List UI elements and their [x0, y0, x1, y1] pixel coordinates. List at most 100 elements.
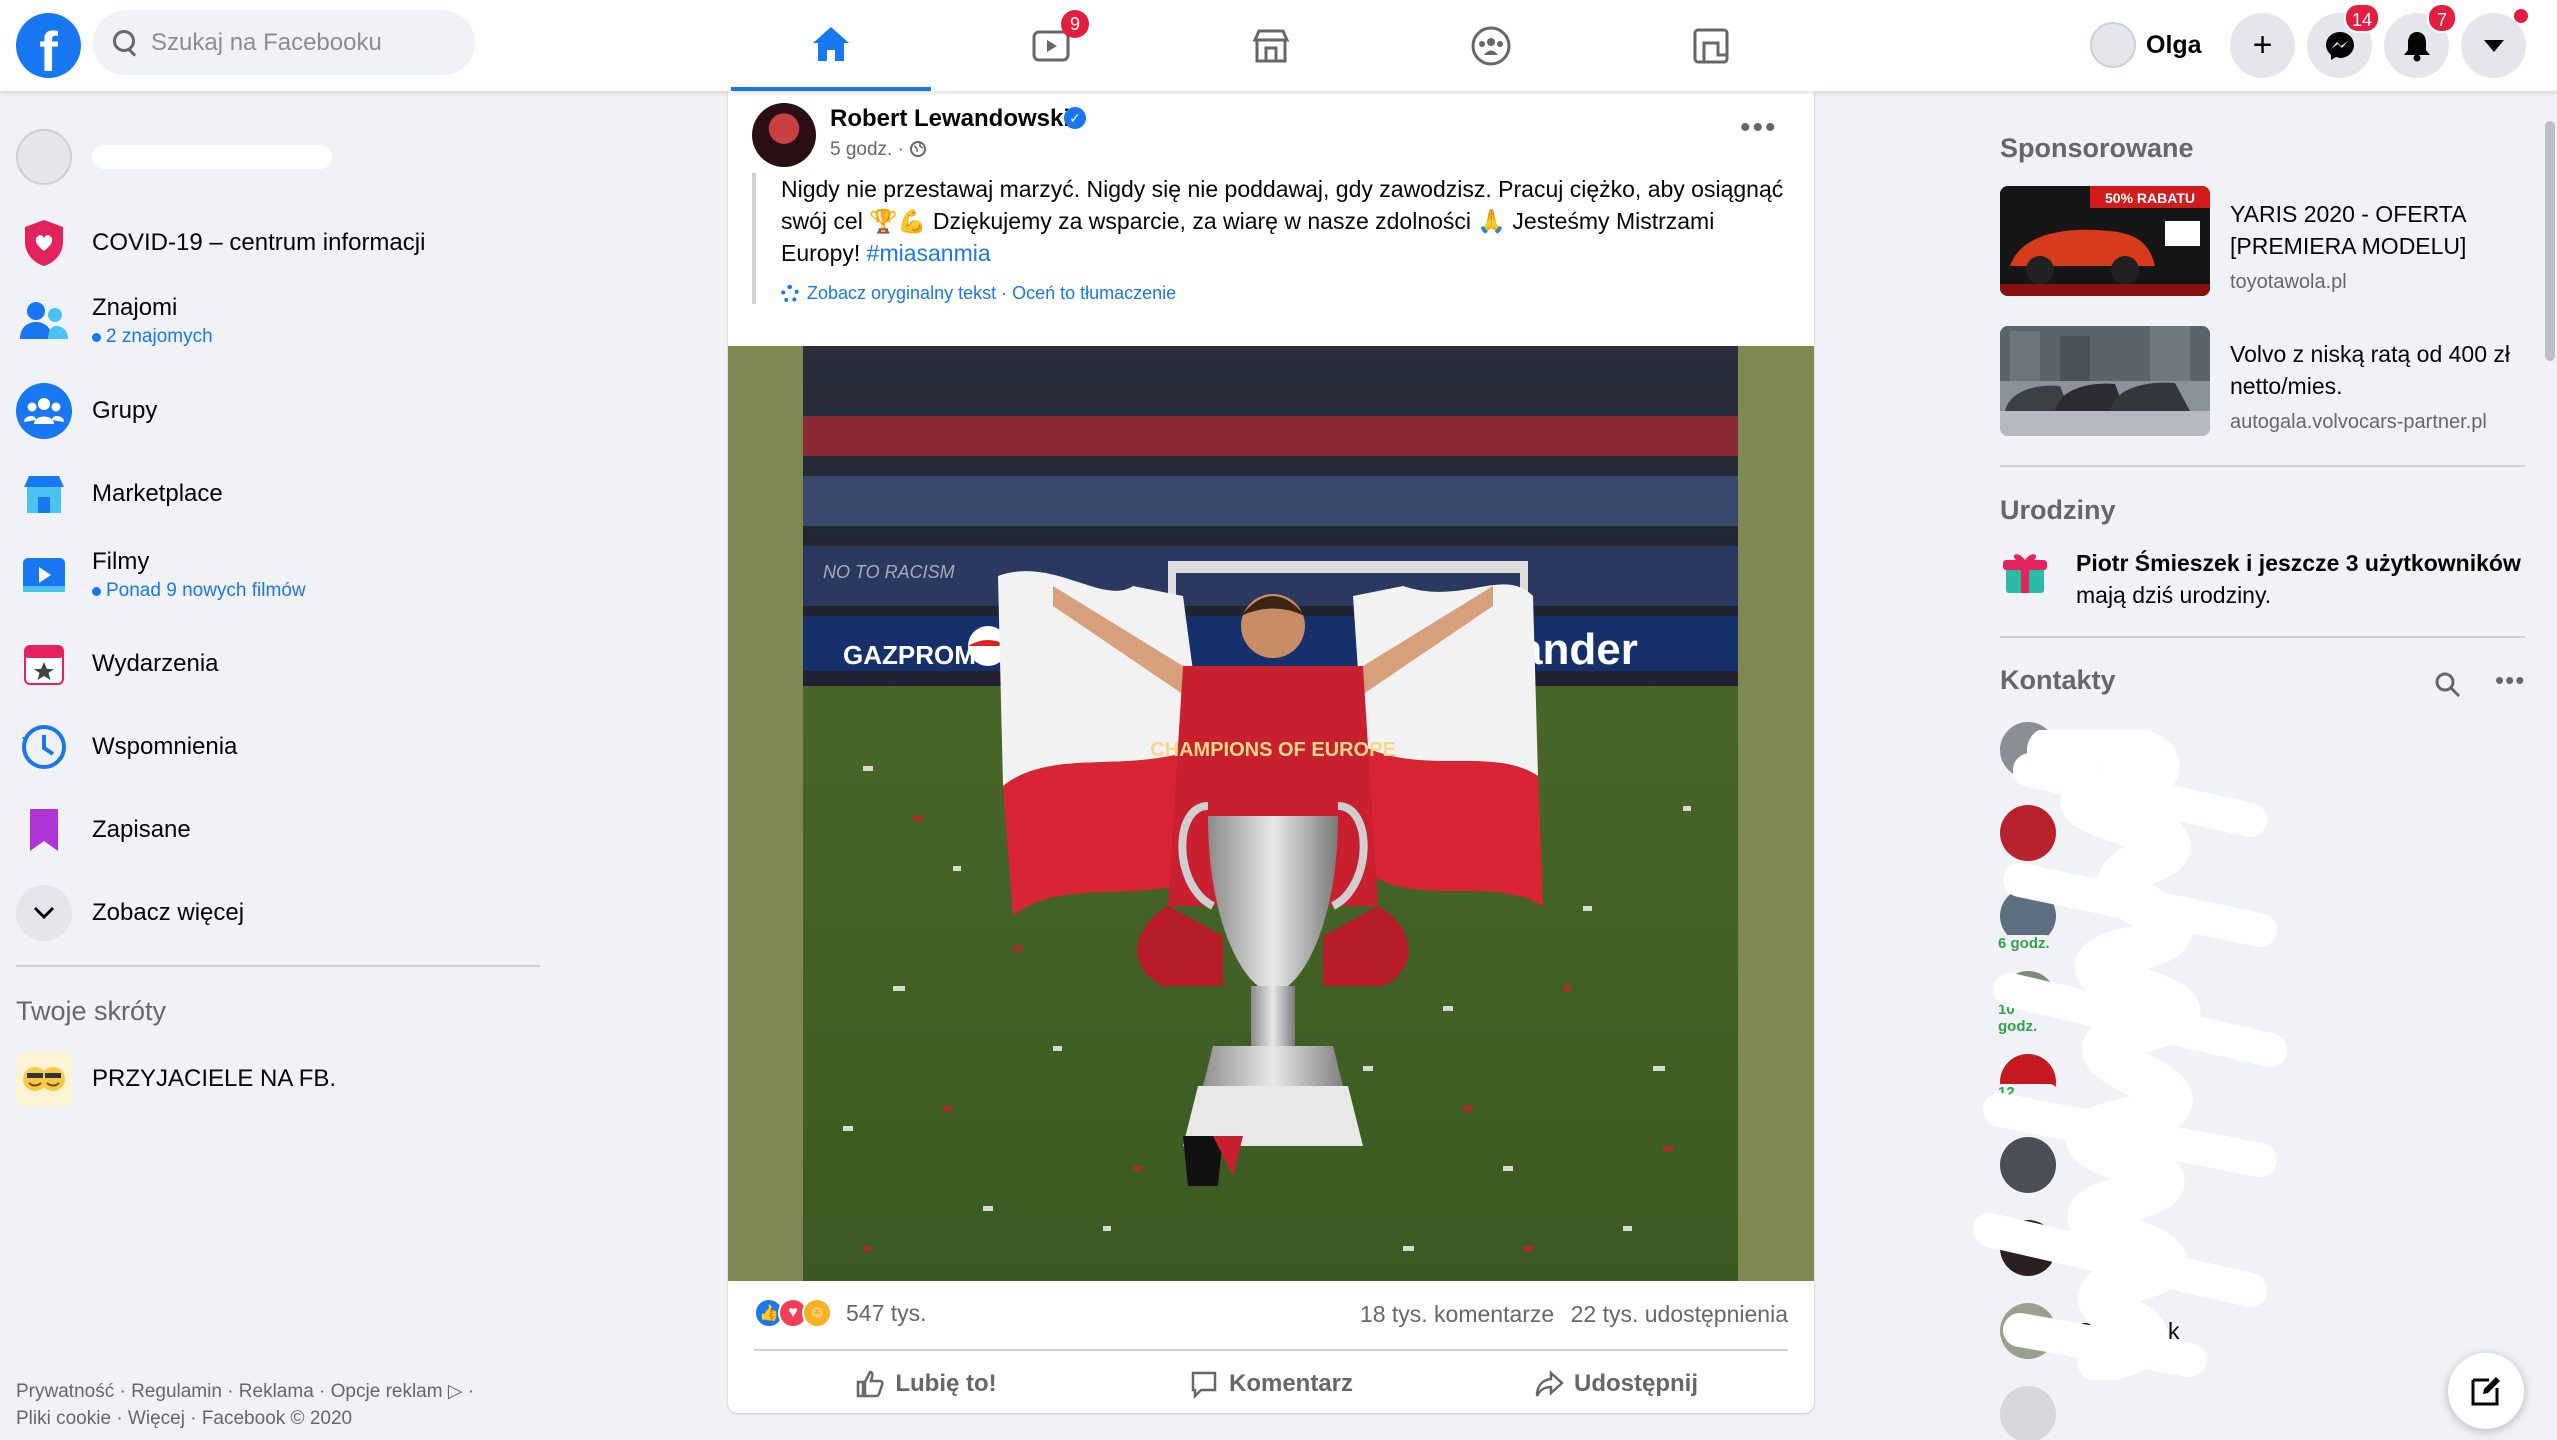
post-body: Nigdy nie przestawaj marzyć. Nigdy się n…: [781, 176, 1784, 266]
feed-post: Robert Lewandowski ✓ 5 godz. · ••• Nigdy…: [728, 91, 1814, 1413]
search-icon: [111, 28, 141, 58]
profile-chip[interactable]: Olga: [2090, 18, 2202, 72]
post-options-icon[interactable]: •••: [1740, 111, 1778, 145]
sidebar-item-label: Grupy: [92, 397, 158, 424]
translation-links[interactable]: Zobacz oryginalny tekst · Oceń to tłumac…: [781, 283, 1792, 304]
comments-count[interactable]: 18 tys. komentarze: [1360, 1301, 1554, 1327]
ad-item[interactable]: 50% RABATU YARIS 2020 - OFERTA [PREMIERA…: [2000, 186, 2525, 296]
compose-icon: [2471, 1377, 2500, 1406]
hashtag-link[interactable]: #miasanmia: [867, 240, 991, 266]
bell-icon: [2403, 31, 2430, 61]
clock-icon: [16, 719, 72, 775]
ad-title: Volvo z niską ratą od 400 zł netto/mies.…: [2230, 338, 2530, 438]
contacts-header: Kontakty •••: [2000, 665, 2525, 705]
sidebar-item-label: Zobacz więcej: [92, 899, 245, 926]
notifications-button[interactable]: 7: [2384, 3, 2457, 78]
sidebar-item-marketplace[interactable]: Marketplace: [16, 466, 223, 522]
sidebar-item-label: COVID-19 – centrum informacji: [92, 229, 426, 256]
post-text-block: Nigdy nie przestawaj marzyć. Nigdy się n…: [752, 173, 1792, 304]
sidebar-item-events[interactable]: Wydarzenia: [16, 636, 219, 692]
messenger-button[interactable]: 14: [2307, 3, 2380, 78]
top-navigation-bar: f 9 Olga + 14 7: [0, 0, 2557, 91]
see-more-button[interactable]: Zobacz więcej: [16, 885, 244, 941]
ad-item[interactable]: Volvo z niską ratą od 400 zł netto/mies.…: [2000, 326, 2525, 436]
shortcut-label: PRZYJACIELE NA FB.: [92, 1065, 337, 1092]
footer-line[interactable]: Pliki cookie · Więcej · Facebook © 2020: [16, 1405, 536, 1432]
messenger-icon: [2325, 31, 2354, 60]
facebook-logo[interactable]: f: [16, 13, 81, 78]
photo-text: ander: [1518, 625, 1638, 674]
tab-home[interactable]: [731, 0, 931, 91]
comment-button[interactable]: Komentarz: [1099, 1359, 1443, 1409]
birthday-notice[interactable]: Piotr Śmieszek i jeszcze 3 użytkowników …: [2000, 547, 2525, 611]
care-reaction-icon: ☺: [802, 1298, 832, 1328]
avatar: [2000, 1386, 2056, 1440]
ad-badge-text: 50% RABATU: [2105, 190, 2195, 206]
avatar: [16, 129, 72, 185]
birthdays-heading: Urodziny: [2000, 495, 2116, 525]
create-button[interactable]: +: [2230, 13, 2295, 78]
avatar: [2090, 22, 2136, 68]
contact-item[interactable]: [2000, 1382, 2525, 1440]
share-icon: [1535, 1370, 1564, 1397]
footer-line[interactable]: Prywatność · Regulamin · Reklama · Opcje…: [16, 1378, 536, 1405]
reactions-summary[interactable]: 👍 ♥ ☺ 547 tys.: [754, 1298, 927, 1328]
sidebar-item-saved[interactable]: Zapisane: [16, 802, 191, 858]
ad-site: autogala.volvocars-partner.pl: [2230, 411, 2487, 433]
watch-badge: 9: [1061, 10, 1089, 38]
sidebar-item-groups[interactable]: Grupy: [16, 383, 157, 439]
sidebar-item-friends[interactable]: Znajomi 2 znajomych: [16, 293, 213, 349]
profile-name: Olga: [2146, 30, 2202, 59]
search-icon[interactable]: [2434, 671, 2462, 699]
sidebar-item-memories[interactable]: Wspomnienia: [16, 719, 237, 775]
photo-image: GAZPROM ander NO TO RACISM CHAMPIONS OF …: [803, 346, 1738, 1281]
divider: [2000, 636, 2525, 638]
divider: [16, 965, 540, 967]
sidebar-item-label: Znajomi: [92, 294, 178, 321]
ad-site: toyotawola.pl: [2230, 271, 2347, 293]
gift-icon: [2000, 547, 2050, 597]
footer-links[interactable]: Prywatność · Regulamin · Reklama · Opcje…: [16, 1378, 536, 1432]
shares-count[interactable]: 22 tys. udostępnienia: [1571, 1301, 1788, 1327]
like-button[interactable]: Lubię to!: [754, 1359, 1098, 1409]
author-avatar[interactable]: [752, 103, 816, 167]
tab-groups[interactable]: [1391, 0, 1591, 91]
calendar-icon: [16, 636, 72, 692]
alert-dot: [2514, 9, 2528, 23]
more-options-icon[interactable]: •••: [2495, 665, 2525, 696]
bookmark-icon: [16, 802, 72, 858]
sponsored-heading: Sponsorowane: [2000, 133, 2194, 163]
sidebar-item-watch[interactable]: Filmy Ponad 9 nowych filmów: [16, 547, 306, 603]
post-photo[interactable]: GAZPROM ander NO TO RACISM CHAMPIONS OF …: [728, 346, 1814, 1281]
scrollbar[interactable]: [2543, 91, 2557, 1440]
redaction-scribble: [1973, 730, 2287, 1380]
messenger-badge: 14: [2343, 3, 2380, 33]
tab-gaming[interactable]: [1611, 0, 1811, 91]
shortcut-item[interactable]: PRZYJACIELE NA FB.: [16, 1051, 336, 1107]
new-message-button[interactable]: [2448, 1353, 2524, 1429]
tab-marketplace[interactable]: [1171, 0, 1371, 91]
sidebar-item-profile[interactable]: [16, 129, 332, 185]
notifications-badge: 7: [2427, 3, 2457, 33]
ad-title: YARIS 2020 - OFERTA [PREMIERA MODELU] to…: [2230, 198, 2530, 298]
shortcuts-heading: Twoje skróty: [16, 996, 167, 1026]
scrollbar-thumb[interactable]: [2545, 121, 2555, 361]
author-name[interactable]: Robert Lewandowski: [830, 105, 1070, 133]
ad-image: [2000, 326, 2210, 436]
sidebar-item-sublabel: Ponad 9 nowych filmów: [92, 580, 306, 602]
photo-text: CHAMPIONS OF EUROPE: [1150, 739, 1396, 761]
share-button[interactable]: Udostępnij: [1444, 1359, 1788, 1409]
post-timestamp[interactable]: 5 godz. ·: [830, 139, 927, 161]
marketplace-icon: [16, 466, 72, 522]
divider: [754, 1349, 1788, 1351]
watch-icon: [16, 547, 72, 603]
tab-watch[interactable]: 9: [951, 0, 1151, 91]
sidebar-item-covid[interactable]: COVID-19 – centrum informacji: [16, 215, 425, 271]
caret-down-icon: [2483, 39, 2504, 52]
left-sidebar: COVID-19 – centrum informacji Znajomi 2 …: [0, 91, 560, 1440]
search-input[interactable]: [151, 28, 451, 57]
comment-icon: [1191, 1371, 1217, 1399]
account-menu-button[interactable]: [2461, 9, 2528, 78]
groups-icon: [16, 383, 72, 439]
search-box[interactable]: [93, 10, 475, 75]
